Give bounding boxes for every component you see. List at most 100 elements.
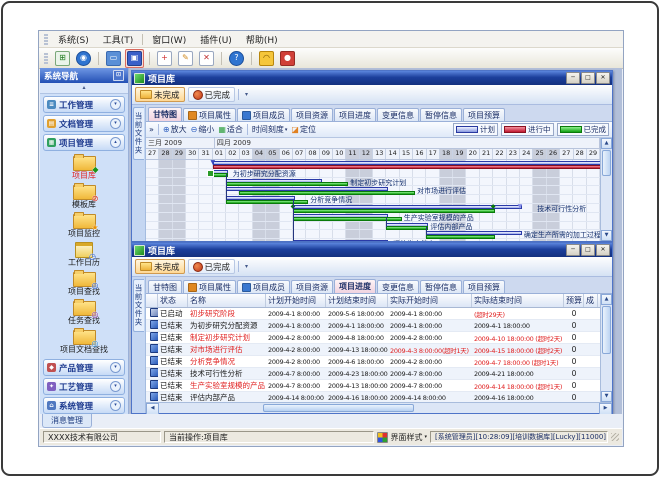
tab-4[interactable]: 项目进度 [334,108,376,121]
scroll-right-arrow[interactable]: ▶ [599,403,612,414]
tab-6[interactable]: 暂停信息 [420,280,462,293]
tab-7[interactable]: 项目预算 [463,108,505,121]
sidebar-item-1[interactable]: ⊘模板库 [40,182,128,211]
chevron-down-icon[interactable]: ▾ [110,118,121,129]
sidebar-item-2[interactable]: ★项目监控 [40,211,128,240]
scrollbar-thumb[interactable] [263,404,414,412]
tab-3[interactable]: 项目资源 [291,108,333,121]
tab-5[interactable]: 变更信息 [377,108,419,121]
table-row[interactable]: 已结束为初步研究分配资源2009-4-1 8:00:002009-4-1 18:… [146,320,600,332]
close-button[interactable]: ✕ [596,72,610,84]
doc-delete-icon[interactable]: ✕ [197,49,216,68]
tab-5[interactable]: 变更信息 [377,280,419,293]
tab-6[interactable]: 暂停信息 [420,108,462,121]
zoom-in-button[interactable]: ⊕放大 [163,124,187,135]
column-header-actual-end[interactable]: 实际结束时间 [472,294,564,307]
tab-2[interactable]: 项目成员 [237,280,290,293]
tab-2[interactable]: 项目成员 [237,108,290,121]
minimize-button[interactable]: ─ [566,244,580,256]
menu-item-3[interactable]: 插件(U) [193,32,239,47]
menu-item-1[interactable]: 工具(T) [96,32,141,47]
new-window-icon[interactable]: ⊞ [53,49,72,68]
sidebar-item-6[interactable]: ◎项目文档查找 [40,327,128,356]
locate-button[interactable]: ◪定位 [291,124,316,135]
menu-item-2[interactable]: 窗口(W) [145,32,193,47]
sidebar-group-bottom-0[interactable]: ◆产品管理▾ [43,359,125,376]
menu-item-4[interactable]: 帮助(H) [239,32,285,47]
sidebar-collapse-strip[interactable]: ▴ [40,83,128,94]
timescale-dropdown[interactable]: 时间刻度▾ [252,124,288,135]
finished-filter-button[interactable]: 已完成 [188,87,236,102]
zoom-out-button[interactable]: ⊖缩小 [191,124,215,135]
sidebar-group-top-1[interactable]: ▤文档管理▾ [43,115,125,132]
table-row[interactable]: 已结束制定初步研究计划2009-4-2 8:00:002009-4-8 18:0… [146,332,600,344]
chevron-up-icon[interactable]: ▴ [110,137,121,148]
scroll-down-arrow[interactable]: ▼ [601,391,612,402]
toolbar-overflow-button[interactable]: ▾ [242,91,251,98]
tab-4[interactable]: 项目进度 [334,279,376,293]
column-header-plan-end[interactable]: 计划结束时间 [326,294,388,307]
column-header-budget[interactable]: 预算 [564,294,584,307]
sidebar-item-3[interactable]: ◷工作日历 [40,240,128,269]
message-manager-tab[interactable]: 消息管理 [42,414,92,428]
sidebar-group-project[interactable]: ▦项目管理▴ [43,134,125,151]
scrollbar-thumb[interactable] [602,306,611,354]
help-icon[interactable]: ? [227,49,246,68]
column-header-row-icon[interactable] [146,294,158,307]
current-folder-tab[interactable]: 当前文件夹 [133,279,144,332]
chevron-down-icon[interactable]: ▾ [110,381,121,392]
sidebar-group-top-0[interactable]: ≡工作管理▾ [43,96,125,113]
column-header-cost[interactable]: 成 [584,294,598,307]
column-header-status[interactable]: 状态 [158,294,188,307]
vertical-scrollbar[interactable]: ▲ ▼ [600,294,612,402]
current-folder-tab[interactable]: 当前文件夹 [133,107,144,160]
toolbar-overflow-button[interactable]: ▾ [242,263,251,270]
menu-item-0[interactable]: 系统(S) [51,32,96,47]
scroll-up-arrow[interactable]: ▲ [601,294,612,305]
table-row[interactable]: 已结束分析竞争情况2009-4-2 8:00:002009-4-6 18:00:… [146,356,600,368]
tab-1[interactable]: 项目属性 [183,108,236,121]
tab-0[interactable]: 甘特图 [148,280,182,293]
table-row[interactable]: 已结束技术可行性分析2009-4-7 8:00:002009-4-23 18:0… [146,368,600,380]
scroll-down-arrow[interactable]: ▼ [601,230,612,241]
resize-grip[interactable] [611,433,619,441]
column-header-name[interactable]: 名称 [188,294,266,307]
sidebar-group-bottom-1[interactable]: ✦工艺管理▾ [43,378,125,395]
sidebar-item-0[interactable]: ◆项目库 [40,153,128,182]
globe-icon[interactable]: ◉ [74,49,93,68]
restore-button[interactable]: □ [581,72,595,84]
chevron-down-icon[interactable]: ▾ [110,99,121,110]
table-row[interactable]: 已结束对市场进行评估2009-4-2 8:00:002009-4-13 18:0… [146,344,600,356]
scrollbar-thumb[interactable] [602,150,611,176]
scroll-up-arrow[interactable]: ▲ [601,138,612,149]
unfinished-filter-button[interactable]: 未完成 [135,259,185,274]
scroll-left-arrow[interactable]: ◀ [146,403,159,414]
close-button[interactable]: ✕ [596,244,610,256]
table-row[interactable]: 已结束评估内部产品2009-4-14 8:00:002009-4-16 18:0… [146,392,600,402]
doc-edit-icon[interactable]: ✎ [176,49,195,68]
restore-button[interactable]: □ [581,244,595,256]
sidebar-item-4[interactable]: ◎项目查找 [40,269,128,298]
ui-style-dropdown[interactable]: 界面样式 ▾ [377,432,427,443]
finished-filter-button[interactable]: 已完成 [188,259,236,274]
pushpin-icon[interactable]: ⊡ [113,70,124,81]
tab-7[interactable]: 项目预算 [463,280,505,293]
save-icon[interactable]: ▣ [125,49,144,68]
tab-1[interactable]: 项目属性 [183,280,236,293]
sidebar-item-5[interactable]: ◎任务查找 [40,298,128,327]
plan-bar[interactable] [293,240,388,241]
window-title-bar[interactable]: 项目库 ─□✕ [132,71,612,85]
chevron-down-icon[interactable]: ▾ [110,400,121,411]
table-row[interactable]: 已结束生产实验室规模的产品2009-4-7 8:00:002009-4-13 1… [146,380,600,392]
tab-0[interactable]: 甘特图 [148,107,182,121]
table-row[interactable]: 已启动初步研究阶段2009-4-1 8:00:002009-5-6 18:00:… [146,308,600,320]
column-header-plan-start[interactable]: 计划开始时间 [266,294,326,307]
minimize-button[interactable]: ─ [566,72,580,84]
column-header-actual-start[interactable]: 实际开始时间 [388,294,472,307]
lock-icon[interactable]: ◠ [257,49,276,68]
doc-add-icon[interactable]: + [155,49,174,68]
vertical-scrollbar[interactable]: ▲ ▼ [600,138,612,241]
chevron-down-icon[interactable]: ▾ [110,362,121,373]
horizontal-scrollbar[interactable]: ◀ ▶ [146,402,612,413]
fit-button[interactable]: ▦适合 [218,124,243,135]
